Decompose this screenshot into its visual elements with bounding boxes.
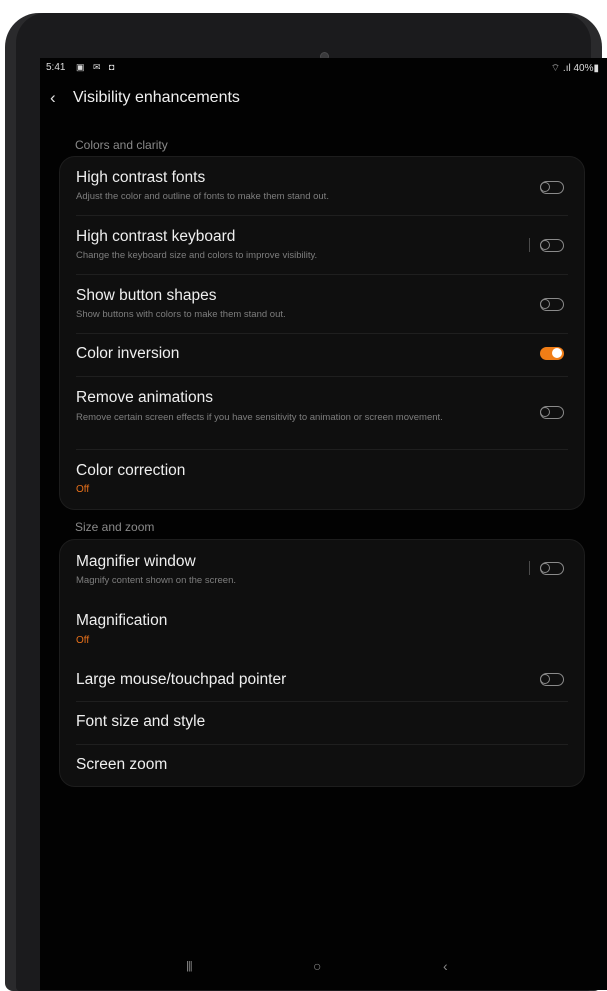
toggle-knob	[540, 562, 550, 573]
setting-high-contrast-keyboard[interactable]: High contrast keyboard Change the keyboa…	[60, 215, 584, 274]
large-pointer-toggle[interactable]	[540, 673, 564, 686]
toggle-knob	[540, 673, 550, 684]
setting-label: High contrast fonts	[76, 169, 206, 186]
setting-label: Font size and style	[76, 713, 206, 730]
home-icon[interactable]: ○	[313, 958, 321, 974]
toggle-knob	[540, 406, 550, 417]
screen: 5:41 ▣ ✉ ◘ ⌔ .ıl 40%▮ ‹ Visibility enhan…	[40, 58, 607, 990]
toggle-knob	[540, 181, 550, 192]
setting-description: Change the keyboard size and colors to i…	[76, 250, 318, 261]
navigation-bar: ||| ○ ‹	[40, 950, 607, 990]
setting-remove-animations[interactable]: Remove animations Remove certain screen …	[60, 376, 584, 449]
recents-icon[interactable]: |||	[186, 960, 193, 972]
setting-color-correction[interactable]: Color correction Off	[60, 449, 584, 509]
divider	[76, 701, 568, 702]
notification-icons: ▣ ✉ ◘	[76, 62, 118, 72]
page-title: Visibility enhancements	[73, 89, 240, 106]
divider	[76, 744, 568, 745]
setting-large-pointer[interactable]: Large mouse/touchpad pointer	[60, 659, 584, 701]
divider	[76, 449, 568, 450]
divider	[76, 333, 568, 334]
status-bar: 5:41 ▣ ✉ ◘ ⌔ .ıl 40%▮	[40, 58, 607, 78]
vertical-separator	[529, 238, 530, 252]
size-card: Magnifier window Magnify content shown o…	[59, 539, 585, 787]
setting-label: Remove animations	[76, 389, 213, 406]
show-button-shapes-toggle[interactable]	[540, 298, 564, 311]
nav-back-icon[interactable]: ‹	[443, 958, 448, 974]
setting-font-size-style[interactable]: Font size and style	[60, 701, 584, 744]
high-contrast-keyboard-toggle[interactable]	[540, 239, 564, 252]
setting-label: High contrast keyboard	[76, 228, 236, 245]
setting-description: Show buttons with colors to make them st…	[76, 309, 286, 320]
section-header-size: Size and zoom	[75, 520, 155, 534]
setting-label: Magnification	[76, 612, 168, 629]
setting-high-contrast-fonts[interactable]: High contrast fonts Adjust the color and…	[60, 157, 584, 215]
setting-status: Off	[76, 484, 90, 495]
setting-description: Remove certain screen effects if you hav…	[76, 412, 443, 423]
setting-status: Off	[76, 635, 90, 646]
setting-description: Magnify content shown on the screen.	[76, 575, 237, 586]
divider	[76, 376, 568, 377]
section-header-colors: Colors and clarity	[75, 138, 168, 152]
high-contrast-fonts-toggle[interactable]	[540, 181, 564, 194]
remove-animations-toggle[interactable]	[540, 406, 564, 419]
divider	[76, 215, 568, 216]
setting-label: Color correction	[76, 462, 186, 479]
colors-card: High contrast fonts Adjust the color and…	[59, 156, 585, 510]
setting-label: Large mouse/touchpad pointer	[76, 671, 287, 688]
color-inversion-toggle[interactable]	[540, 347, 564, 360]
setting-magnification[interactable]: Magnification Off	[60, 599, 584, 659]
setting-label: Color inversion	[76, 345, 180, 362]
setting-label: Magnifier window	[76, 553, 196, 570]
magnifier-window-toggle[interactable]	[540, 562, 564, 575]
divider	[76, 274, 568, 275]
back-arrow-icon[interactable]: ‹	[50, 88, 56, 108]
status-time: 5:41	[46, 62, 66, 73]
setting-label: Show button shapes	[76, 287, 217, 304]
setting-screen-zoom[interactable]: Screen zoom	[60, 744, 584, 786]
app-header: ‹ Visibility enhancements	[40, 86, 607, 116]
vertical-separator	[529, 561, 530, 575]
toggle-knob	[540, 298, 550, 309]
setting-color-inversion[interactable]: Color inversion	[60, 333, 584, 376]
setting-label: Screen zoom	[76, 756, 168, 773]
setting-description: Adjust the color and outline of fonts to…	[76, 191, 329, 202]
setting-magnifier-window[interactable]: Magnifier window Magnify content shown o…	[60, 540, 584, 599]
toggle-knob	[552, 347, 562, 358]
setting-show-button-shapes[interactable]: Show button shapes Show buttons with col…	[60, 274, 584, 333]
status-right-icons: ⌔ .ıl 40%▮	[550, 63, 599, 74]
toggle-knob	[540, 239, 550, 250]
